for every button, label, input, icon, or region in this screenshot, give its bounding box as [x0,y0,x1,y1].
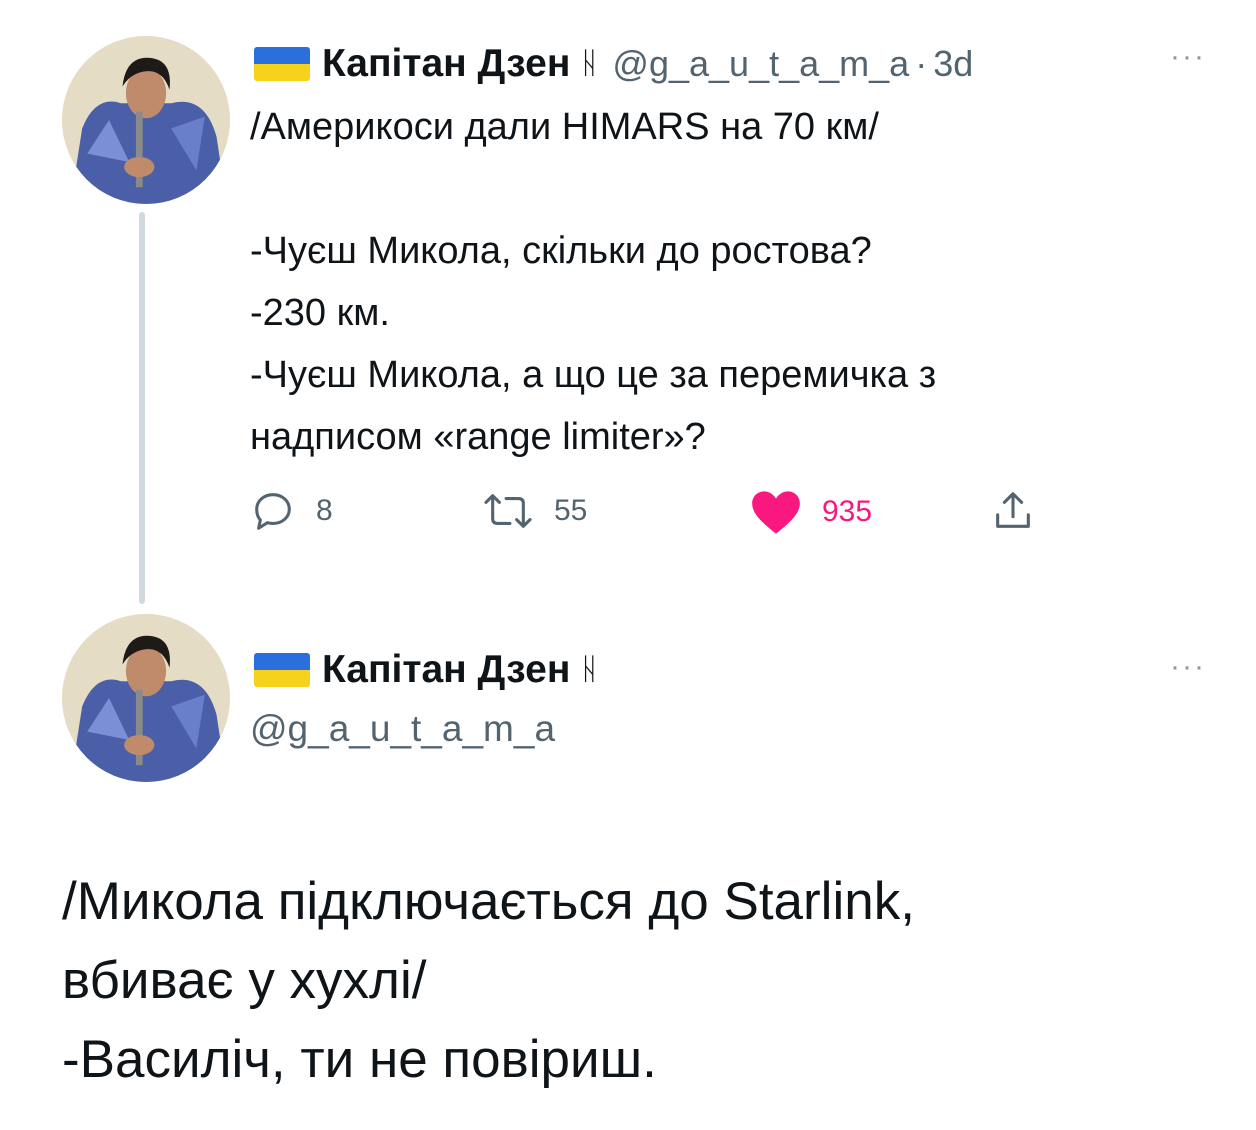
tweet-line: /Америкоси дали HIMARS на 70 км/ [250,106,879,148]
tweet-text: /Америкоси дали HIMARS на 70 км/ -Чуєш М… [250,96,936,468]
handle[interactable]: @g_a_u_t_a_m_a [250,708,555,750]
retweet-icon [484,494,532,528]
tweet-line: -Чуєш Микола, скільки до ростова? [250,230,872,272]
reply-icon [255,493,291,530]
avatar[interactable] [62,36,230,204]
ukraine-flag-icon [254,653,310,687]
reply-count: 8 [316,494,333,527]
share-icon [996,492,1030,528]
display-name[interactable]: Капітан Дзен [322,42,570,86]
share-button[interactable] [990,488,1036,534]
tweet-header: Капітан Дзен ᚺ @g_a_u_t_a_m_a · 3d [254,42,973,86]
avatar-image [62,36,230,204]
avatar-image [62,614,230,782]
separator-dot: · [915,43,928,84]
more-options-icon[interactable]: ··· [1170,40,1206,74]
tweet-actions: 8 55 935 [250,488,1070,538]
like-button[interactable]: 935 [750,488,872,536]
thread-connector-line [139,212,145,604]
avatar[interactable] [62,614,230,782]
tweet-header: Капітан Дзен ᚺ [254,648,598,692]
heart-icon [752,491,800,534]
rune-emoji: ᚺ [580,653,599,686]
tweet-line: -Чуєш Микола, а що це за перемичка з [250,354,937,396]
like-count: 935 [822,495,873,528]
tweet-line: вбиває у хухлі/ [62,951,427,1010]
handle[interactable]: @g_a_u_t_a_m_a [612,43,909,85]
ukraine-flag-icon [254,47,310,81]
tweet-line: /Микола підключається до Starlink, [62,872,915,931]
tweet-line: надписом «range limiter»? [250,416,706,458]
reply-button[interactable]: 8 [250,488,333,534]
tweet-line: -230 км. [250,292,390,334]
timestamp[interactable]: 3d [933,43,973,85]
tweet-text: /Микола підключається до Starlink, вбива… [62,862,915,1099]
more-options-icon[interactable]: ··· [1170,650,1206,684]
tweet-line: -Василіч, ти не повіриш. [62,1030,657,1089]
retweet-button[interactable]: 55 [482,488,587,534]
retweet-count: 55 [554,494,588,527]
display-name[interactable]: Капітан Дзен [322,648,570,692]
rune-emoji: ᚺ [580,47,599,80]
